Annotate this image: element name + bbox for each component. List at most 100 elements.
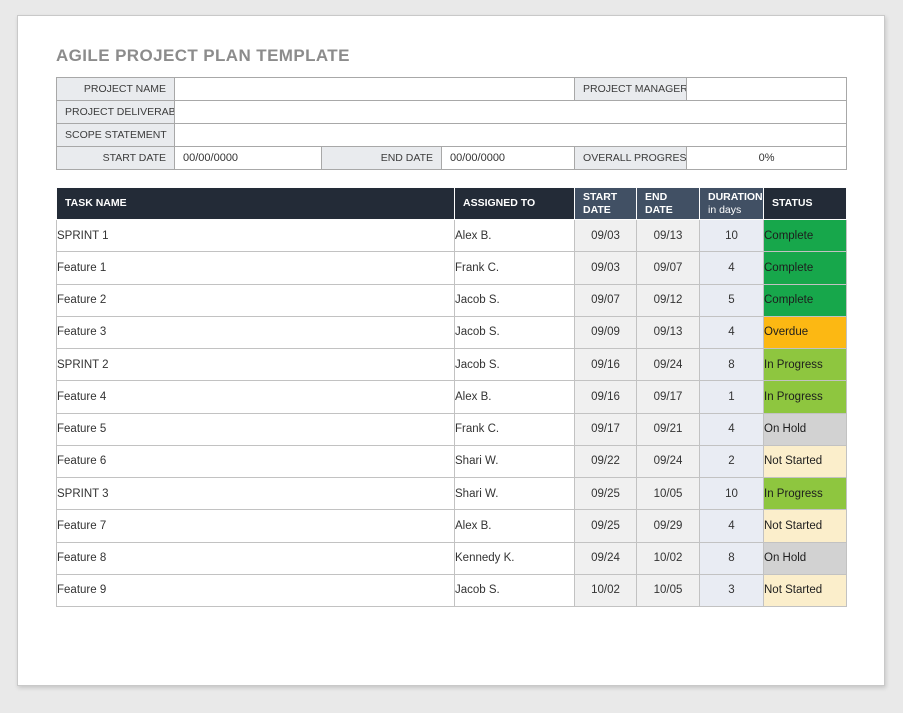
status-cell[interactable]: In Progress [764,381,847,413]
end-date-cell[interactable]: 09/21 [637,413,700,445]
end-date-header: END DATE [637,188,700,220]
duration-cell[interactable]: 10 [700,220,764,252]
status-cell[interactable]: Not Started [764,445,847,477]
status-cell[interactable]: Complete [764,284,847,316]
task-table-body: SPRINT 1Alex B.09/0309/1310CompleteFeatu… [57,220,847,607]
duration-cell[interactable]: 4 [700,316,764,348]
assigned-to-cell[interactable]: Jacob S. [455,316,575,348]
table-row: Feature 8Kennedy K.09/2410/028On Hold [57,542,847,574]
end-date-cell[interactable]: 09/13 [637,316,700,348]
task-name-cell[interactable]: SPRINT 2 [57,349,455,381]
project-name-label: PROJECT NAME [57,78,175,101]
start-date-cell[interactable]: 09/24 [575,542,637,574]
assigned-to-cell[interactable]: Frank C. [455,252,575,284]
task-name-cell[interactable]: Feature 6 [57,445,455,477]
task-name-cell[interactable]: SPRINT 1 [57,220,455,252]
assigned-to-cell[interactable]: Jacob S. [455,284,575,316]
table-row: Feature 2Jacob S.09/0709/125Complete [57,284,847,316]
status-cell[interactable]: On Hold [764,542,847,574]
start-date-cell[interactable]: 09/22 [575,445,637,477]
task-name-cell[interactable]: SPRINT 3 [57,478,455,510]
start-date-cell[interactable]: 09/25 [575,478,637,510]
end-date-cell[interactable]: 09/13 [637,220,700,252]
task-name-cell[interactable]: Feature 8 [57,542,455,574]
task-name-cell[interactable]: Feature 5 [57,413,455,445]
start-date-cell[interactable]: 09/07 [575,284,637,316]
start-date-cell[interactable]: 09/16 [575,349,637,381]
document-page: AGILE PROJECT PLAN TEMPLATE PROJECT NAME… [17,15,885,686]
end-date-header-line2: DATE [645,204,695,217]
duration-cell[interactable]: 2 [700,445,764,477]
duration-cell[interactable]: 3 [700,574,764,606]
status-cell[interactable]: In Progress [764,478,847,510]
duration-cell[interactable]: 4 [700,252,764,284]
duration-cell[interactable]: 4 [700,510,764,542]
assigned-to-cell[interactable]: Shari W. [455,445,575,477]
start-date-cell[interactable]: 10/02 [575,574,637,606]
duration-cell[interactable]: 5 [700,284,764,316]
end-date-label: END DATE [322,147,442,170]
duration-header: DURATION in days [700,188,764,220]
table-row: SPRINT 2Jacob S.09/1609/248In Progress [57,349,847,381]
project-manager-label: PROJECT MANAGER [575,78,687,101]
table-row: Feature 7Alex B.09/2509/294Not Started [57,510,847,542]
assigned-to-cell[interactable]: Frank C. [455,413,575,445]
status-cell[interactable]: Overdue [764,316,847,348]
status-cell[interactable]: Not Started [764,574,847,606]
assigned-to-cell[interactable]: Jacob S. [455,574,575,606]
end-date-cell[interactable]: 09/07 [637,252,700,284]
project-info-table: PROJECT NAME PROJECT MANAGER PROJECT DEL… [56,77,847,170]
end-date-cell[interactable]: 09/17 [637,381,700,413]
end-date-value[interactable]: 00/00/0000 [442,147,575,170]
duration-cell[interactable]: 4 [700,413,764,445]
end-date-cell[interactable]: 09/24 [637,349,700,381]
end-date-cell[interactable]: 09/12 [637,284,700,316]
status-cell[interactable]: On Hold [764,413,847,445]
start-date-cell[interactable]: 09/25 [575,510,637,542]
start-date-cell[interactable]: 09/16 [575,381,637,413]
scope-statement-value[interactable] [175,124,847,147]
status-cell[interactable]: Not Started [764,510,847,542]
duration-cell[interactable]: 10 [700,478,764,510]
task-name-cell[interactable]: Feature 2 [57,284,455,316]
start-date-cell[interactable]: 09/17 [575,413,637,445]
duration-cell[interactable]: 8 [700,349,764,381]
start-date-cell[interactable]: 09/09 [575,316,637,348]
project-name-value[interactable] [175,78,575,101]
table-row: Feature 6Shari W.09/2209/242Not Started [57,445,847,477]
assigned-to-cell[interactable]: Shari W. [455,478,575,510]
task-name-cell[interactable]: Feature 9 [57,574,455,606]
start-date-header: START DATE [575,188,637,220]
project-manager-value[interactable] [687,78,847,101]
duration-cell[interactable]: 1 [700,381,764,413]
end-date-cell[interactable]: 09/24 [637,445,700,477]
duration-cell[interactable]: 8 [700,542,764,574]
start-date-cell[interactable]: 09/03 [575,220,637,252]
task-name-cell[interactable]: Feature 1 [57,252,455,284]
start-date-cell[interactable]: 09/03 [575,252,637,284]
table-row: Feature 5Frank C.09/1709/214On Hold [57,413,847,445]
end-date-cell[interactable]: 10/02 [637,542,700,574]
task-name-cell[interactable]: Feature 7 [57,510,455,542]
end-date-cell[interactable]: 09/29 [637,510,700,542]
task-name-cell[interactable]: Feature 3 [57,316,455,348]
duration-header-line1: DURATION [708,191,759,204]
table-row: Feature 3Jacob S.09/0909/134Overdue [57,316,847,348]
end-date-cell[interactable]: 10/05 [637,574,700,606]
overall-progress-value[interactable]: 0% [687,147,847,170]
status-cell[interactable]: Complete [764,220,847,252]
project-deliverable-value[interactable] [175,101,847,124]
table-row: Feature 9Jacob S.10/0210/053Not Started [57,574,847,606]
dates-progress-row: START DATE 00/00/0000 END DATE 00/00/000… [57,147,847,170]
task-name-cell[interactable]: Feature 4 [57,381,455,413]
assigned-to-cell[interactable]: Alex B. [455,381,575,413]
start-date-value[interactable]: 00/00/0000 [175,147,322,170]
assigned-to-cell[interactable]: Alex B. [455,220,575,252]
task-table-header-row: TASK NAME ASSIGNED TO START DATE END DAT… [57,188,847,220]
assigned-to-cell[interactable]: Kennedy K. [455,542,575,574]
status-cell[interactable]: Complete [764,252,847,284]
end-date-cell[interactable]: 10/05 [637,478,700,510]
assigned-to-cell[interactable]: Jacob S. [455,349,575,381]
status-cell[interactable]: In Progress [764,349,847,381]
assigned-to-cell[interactable]: Alex B. [455,510,575,542]
